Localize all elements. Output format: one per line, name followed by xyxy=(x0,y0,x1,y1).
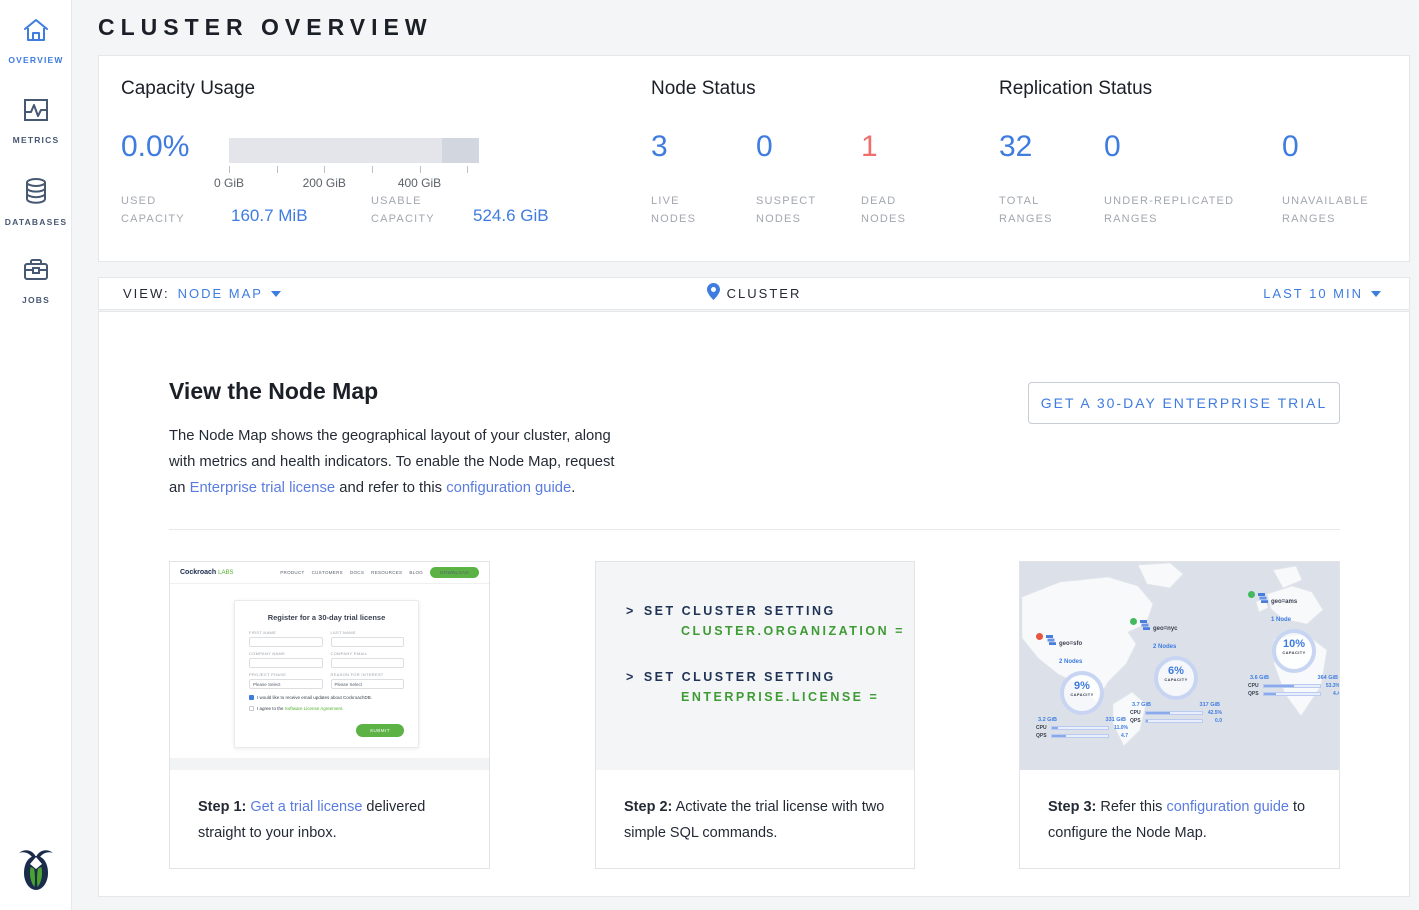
capacity-bar-track xyxy=(229,138,479,163)
dead-nodes-value: 1 xyxy=(861,130,878,164)
sidebar-item-label: OVERVIEW xyxy=(0,55,72,65)
cluster-breadcrumb: CLUSTER xyxy=(99,283,1409,305)
node-map-heading: View the Node Map xyxy=(169,378,378,405)
map-pin-icon xyxy=(707,283,720,305)
node-stack-icon xyxy=(1046,632,1056,650)
enterprise-trial-license-link[interactable]: Enterprise trial license xyxy=(190,480,336,496)
cluster-label: CLUSTER xyxy=(727,286,802,301)
used-capacity-label: USED CAPACITY xyxy=(121,192,211,228)
mini-form-title: Register for a 30-day trial license xyxy=(249,613,404,622)
cockroachdb-logo xyxy=(16,844,56,892)
axis-label: 0 GiB xyxy=(214,176,244,190)
sidebar-item-metrics[interactable]: METRICS xyxy=(0,96,72,145)
trial-license-screenshot: Cockroach LABS PRODUCT CUSTOMERS DOCS RE… xyxy=(170,562,489,770)
sidebar-item-overview[interactable]: OVERVIEW xyxy=(0,16,72,65)
sidebar: OVERVIEW METRICS DATABASES JOBS xyxy=(0,0,72,910)
mini-nav-link: CUSTOMERS xyxy=(312,570,343,575)
step-label: Step 1: xyxy=(198,799,246,815)
page-title: CLUSTER OVERVIEW xyxy=(98,14,433,41)
status-dot-live xyxy=(1130,618,1137,625)
jobs-icon xyxy=(0,256,72,289)
time-range-value: LAST 10 MIN xyxy=(1263,286,1363,301)
mini-nav-link: DOCS xyxy=(350,570,364,575)
databases-icon xyxy=(0,176,72,211)
step-3-card: geo=sfo2 Nodes 9% CAPACITY 3.2 GiB331 Gi… xyxy=(1019,561,1340,869)
mini-download-button: DOWNLOAD xyxy=(430,567,479,578)
view-bar: VIEW: NODE MAP CLUSTER LAST 10 MIN xyxy=(98,277,1410,310)
unavailable-ranges-value: 0 xyxy=(1282,130,1299,164)
chevron-down-icon xyxy=(1371,291,1381,297)
under-replicated-ranges-label: UNDER-REPLICATED RANGES xyxy=(1104,192,1269,228)
capacity-bar-segment xyxy=(442,138,480,163)
node-map-preview: geo=sfo2 Nodes 9% CAPACITY 3.2 GiB331 Gi… xyxy=(1020,562,1339,770)
total-ranges-value: 32 xyxy=(999,130,1032,164)
node-status-title: Node Status xyxy=(651,78,756,100)
locality-nyc: geo=nyc2 Nodes 6% CAPACITY 3.7 GiB317 Gi… xyxy=(1130,617,1222,724)
description-text: and refer to this xyxy=(335,480,446,496)
mini-nav-link: BLOG xyxy=(409,570,423,575)
home-icon xyxy=(0,16,72,49)
sidebar-item-label: JOBS xyxy=(0,295,72,305)
description-text: . xyxy=(571,480,575,496)
capacity-usage-title: Capacity Usage xyxy=(121,78,255,100)
replication-status-title: Replication Status xyxy=(999,78,1152,100)
capacity-ring: 10% CAPACITY xyxy=(1272,629,1316,673)
get-enterprise-trial-button[interactable]: GET A 30-DAY ENTERPRISE TRIAL xyxy=(1028,382,1340,424)
configuration-guide-link[interactable]: configuration guide xyxy=(1166,799,1289,815)
node-map-panel: View the Node Map The Node Map shows the… xyxy=(98,311,1410,897)
sidebar-item-databases[interactable]: DATABASES xyxy=(0,176,72,227)
divider xyxy=(169,529,1340,530)
cluster-summary-panel: Capacity Usage 0.0% 0 GiB 200 GiB 400 Gi… xyxy=(98,55,1410,262)
sql-commands-graphic: >SET CLUSTER SETTING CLUSTER.ORGANIZATIO… xyxy=(596,562,914,770)
get-trial-license-link[interactable]: Get a trial license xyxy=(250,799,362,815)
mini-site-nav: Cockroach LABS PRODUCT CUSTOMERS DOCS RE… xyxy=(170,562,489,584)
suspect-nodes-value: 0 xyxy=(756,130,773,164)
live-nodes-label: LIVE NODES xyxy=(651,192,721,228)
step-2-card: >SET CLUSTER SETTING CLUSTER.ORGANIZATIO… xyxy=(595,561,915,869)
locality-sfo: geo=sfo2 Nodes 9% CAPACITY 3.2 GiB331 Gi… xyxy=(1036,632,1128,739)
suspect-nodes-label: SUSPECT NODES xyxy=(756,192,826,228)
sidebar-item-label: DATABASES xyxy=(0,217,72,227)
mini-submit-button: SUBMIT xyxy=(356,724,404,737)
status-dot-live xyxy=(1248,591,1255,598)
metrics-icon xyxy=(0,96,72,129)
locality-ams: geo=ams1 Node 10% CAPACITY 3.6 GiB364 Gi… xyxy=(1248,590,1339,697)
node-stack-icon xyxy=(1140,617,1150,635)
used-capacity-value: 160.7 MiB xyxy=(231,206,308,226)
node-map-description: The Node Map shows the geographical layo… xyxy=(169,423,627,501)
step-label: Step 3: xyxy=(1048,799,1096,815)
mini-registration-form: Register for a 30-day trial license FIRS… xyxy=(234,600,419,748)
usable-capacity-label: USABLE CAPACITY xyxy=(371,192,461,228)
sidebar-item-jobs[interactable]: JOBS xyxy=(0,256,72,305)
axis-label: 200 GiB xyxy=(303,176,346,190)
status-dot-dead xyxy=(1036,633,1043,640)
usable-capacity-value: 524.6 GiB xyxy=(473,206,549,226)
capacity-ring: 6% CAPACITY xyxy=(1154,656,1198,700)
total-ranges-label: TOTAL RANGES xyxy=(999,192,1079,228)
live-nodes-value: 3 xyxy=(651,130,668,164)
node-stack-icon xyxy=(1258,590,1268,608)
capacity-axis-labels: 0 GiB 200 GiB 400 GiB xyxy=(229,176,479,192)
step-3-caption: Step 3: Refer this configuration guide t… xyxy=(1020,770,1339,846)
step-1-caption: Step 1: Get a trial license delivered st… xyxy=(170,770,489,846)
step-label: Step 2: xyxy=(624,799,672,815)
configuration-guide-link[interactable]: configuration guide xyxy=(446,480,571,496)
step-1-card: Cockroach LABS PRODUCT CUSTOMERS DOCS RE… xyxy=(169,561,490,869)
mini-nav-link: RESOURCES xyxy=(371,570,402,575)
capacity-axis-ticks xyxy=(229,166,479,174)
dead-nodes-label: DEAD NODES xyxy=(861,192,931,228)
mini-brand: Cockroach LABS xyxy=(180,569,233,576)
capacity-used-percent: 0.0% xyxy=(121,130,189,164)
mini-nav-link: PRODUCT xyxy=(280,570,304,575)
under-replicated-ranges-value: 0 xyxy=(1104,130,1121,164)
axis-label: 400 GiB xyxy=(398,176,441,190)
capacity-ring: 9% CAPACITY xyxy=(1060,671,1104,715)
time-range-selector[interactable]: LAST 10 MIN xyxy=(1263,286,1381,301)
step-2-caption: Step 2: Activate the trial license with … xyxy=(596,770,914,846)
unavailable-ranges-label: UNAVAILABLE RANGES xyxy=(1282,192,1392,228)
sidebar-item-label: METRICS xyxy=(0,135,72,145)
capacity-bar: 0 GiB 200 GiB 400 GiB xyxy=(229,138,479,192)
